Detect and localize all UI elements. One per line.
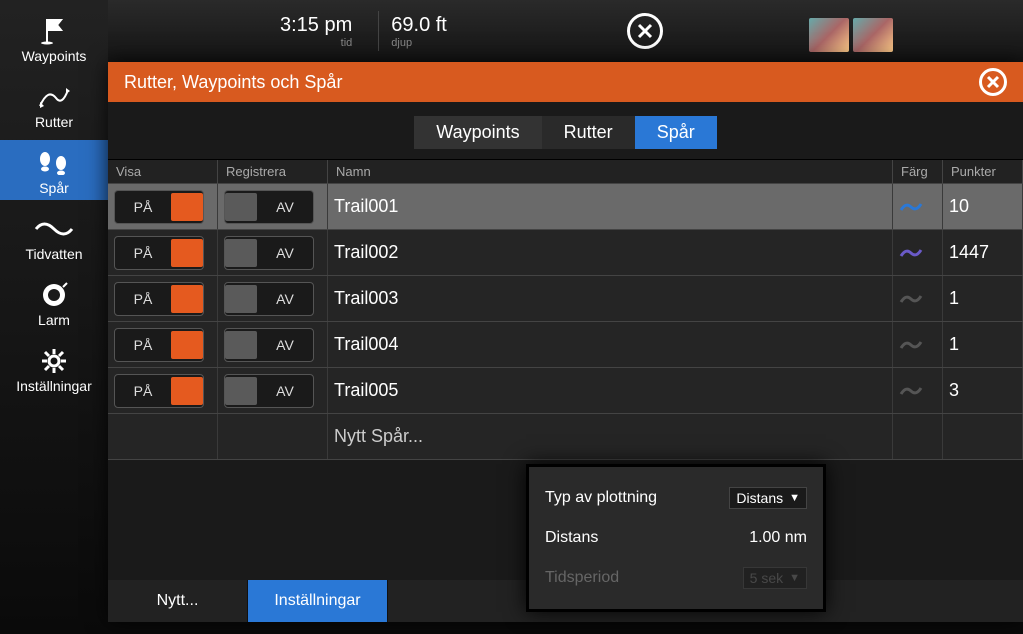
time-label: tid — [280, 37, 352, 49]
tracks-dialog: Rutter, Waypoints och Spår Waypoints Rut… — [108, 62, 1023, 622]
sidebar-nav: Waypoints Rutter Spår Tidvatten Larm Ins… — [0, 0, 108, 634]
new-track-row[interactable]: Nytt Spår... — [108, 414, 1023, 460]
distance-label: Distans — [545, 529, 598, 547]
show-toggle[interactable]: PÅ — [114, 190, 204, 224]
tab-waypoints[interactable]: Waypoints — [414, 116, 541, 149]
col-record: Registrera — [218, 160, 328, 183]
color-cell — [893, 368, 943, 413]
plot-type-dropdown[interactable]: Distans ▼ — [729, 487, 807, 509]
points-value: 3 — [943, 368, 1023, 413]
sidebar-label: Spår — [39, 180, 69, 196]
top-status-bar: 3:15 pm tid 69.0 ft djup — [0, 0, 1023, 62]
close-icon — [636, 22, 654, 40]
track-name: Trail003 — [328, 276, 893, 321]
sidebar-label: Larm — [38, 312, 70, 328]
sidebar-item-alarm[interactable]: Larm — [0, 272, 108, 332]
track-name: Trail004 — [328, 322, 893, 367]
period-value: 5 sek — [750, 570, 783, 586]
sidebar-label: Tidvatten — [25, 246, 82, 262]
trail-color-icon — [899, 338, 923, 352]
table-row[interactable]: PÅ AV Trail004 1 — [108, 322, 1023, 368]
separator — [378, 11, 379, 51]
show-toggle[interactable]: PÅ — [114, 374, 204, 408]
table-row[interactable]: PÅ AV Trail001 10 — [108, 184, 1023, 230]
trail-color-icon — [899, 200, 923, 214]
tab-routes[interactable]: Rutter — [542, 116, 635, 149]
top-close-button[interactable] — [627, 13, 663, 49]
chevron-down-icon: ▼ — [789, 492, 800, 504]
points-value: 1 — [943, 322, 1023, 367]
close-icon — [986, 75, 1000, 89]
trail-color-icon — [899, 384, 923, 398]
period-label: Tidsperiod — [545, 569, 619, 587]
sidebar-label: Rutter — [35, 114, 73, 130]
wave-icon — [34, 214, 74, 244]
track-name: Trail005 — [328, 368, 893, 413]
tab-tracks[interactable]: Spår — [635, 116, 717, 149]
chart-thumbnails[interactable] — [809, 18, 893, 52]
trail-color-icon — [899, 246, 923, 260]
col-color: Färg — [893, 160, 943, 183]
sidebar-item-routes[interactable]: Rutter — [0, 74, 108, 134]
new-track-label: Nytt Spår... — [328, 414, 893, 459]
period-row: Tidsperiod 5 sek ▼ — [529, 557, 823, 599]
show-toggle[interactable]: PÅ — [114, 328, 204, 362]
points-value: 10 — [943, 184, 1023, 229]
sidebar-label: Waypoints — [22, 48, 87, 64]
color-cell — [893, 276, 943, 321]
time-value: 3:15 pm — [280, 14, 352, 37]
sidebar-item-tracks[interactable]: Spår — [0, 140, 108, 200]
chevron-down-icon: ▼ — [789, 572, 800, 584]
color-cell — [893, 184, 943, 229]
settings-button[interactable]: Inställningar — [248, 580, 388, 622]
flag-icon — [34, 16, 74, 46]
track-name: Trail002 — [328, 230, 893, 275]
col-points: Punkter — [943, 160, 1023, 183]
distance-row[interactable]: Distans 1.00 nm — [529, 519, 823, 557]
col-show: Visa — [108, 160, 218, 183]
record-toggle[interactable]: AV — [224, 236, 314, 270]
depth-value: 69.0 ft — [391, 14, 447, 37]
plot-type-row: Typ av plottning Distans ▼ — [529, 477, 823, 519]
dialog-title: Rutter, Waypoints och Spår — [124, 72, 342, 93]
col-name: Namn — [328, 160, 893, 183]
tracks-table: Visa Registrera Namn Färg Punkter PÅ AV … — [108, 159, 1023, 460]
points-value: 1447 — [943, 230, 1023, 275]
settings-popup: Typ av plottning Distans ▼ Distans 1.00 … — [526, 464, 826, 612]
route-icon — [34, 82, 74, 112]
record-toggle[interactable]: AV — [224, 282, 314, 316]
dialog-tabs: Waypoints Rutter Spår — [108, 116, 1023, 149]
record-toggle[interactable]: AV — [224, 190, 314, 224]
gear-icon — [34, 346, 74, 376]
points-value: 1 — [943, 276, 1023, 321]
show-toggle[interactable]: PÅ — [114, 282, 204, 316]
table-row[interactable]: PÅ AV Trail003 1 — [108, 276, 1023, 322]
color-cell — [893, 230, 943, 275]
dialog-close-button[interactable] — [979, 68, 1007, 96]
color-cell — [893, 322, 943, 367]
depth-display: 69.0 ft djup — [391, 14, 447, 49]
trail-color-icon — [899, 292, 923, 306]
new-button[interactable]: Nytt... — [108, 580, 248, 622]
dialog-header: Rutter, Waypoints och Spår — [108, 62, 1023, 102]
depth-label: djup — [391, 37, 447, 49]
record-toggle[interactable]: AV — [224, 328, 314, 362]
record-toggle[interactable]: AV — [224, 374, 314, 408]
sidebar-item-settings[interactable]: Inställningar — [0, 338, 108, 398]
show-toggle[interactable]: PÅ — [114, 236, 204, 270]
sidebar-item-waypoints[interactable]: Waypoints — [0, 8, 108, 68]
plot-type-value: Distans — [736, 490, 783, 506]
distance-value: 1.00 nm — [749, 529, 807, 547]
track-name: Trail001 — [328, 184, 893, 229]
table-header: Visa Registrera Namn Färg Punkter — [108, 160, 1023, 184]
time-display: 3:15 pm tid — [280, 14, 366, 49]
table-row[interactable]: PÅ AV Trail005 3 — [108, 368, 1023, 414]
sidebar-label: Inställningar — [16, 378, 92, 394]
plot-type-label: Typ av plottning — [545, 489, 657, 507]
bell-icon — [34, 280, 74, 310]
sidebar-item-tides[interactable]: Tidvatten — [0, 206, 108, 266]
footsteps-icon — [34, 148, 74, 178]
period-dropdown: 5 sek ▼ — [743, 567, 807, 589]
table-row[interactable]: PÅ AV Trail002 1447 — [108, 230, 1023, 276]
